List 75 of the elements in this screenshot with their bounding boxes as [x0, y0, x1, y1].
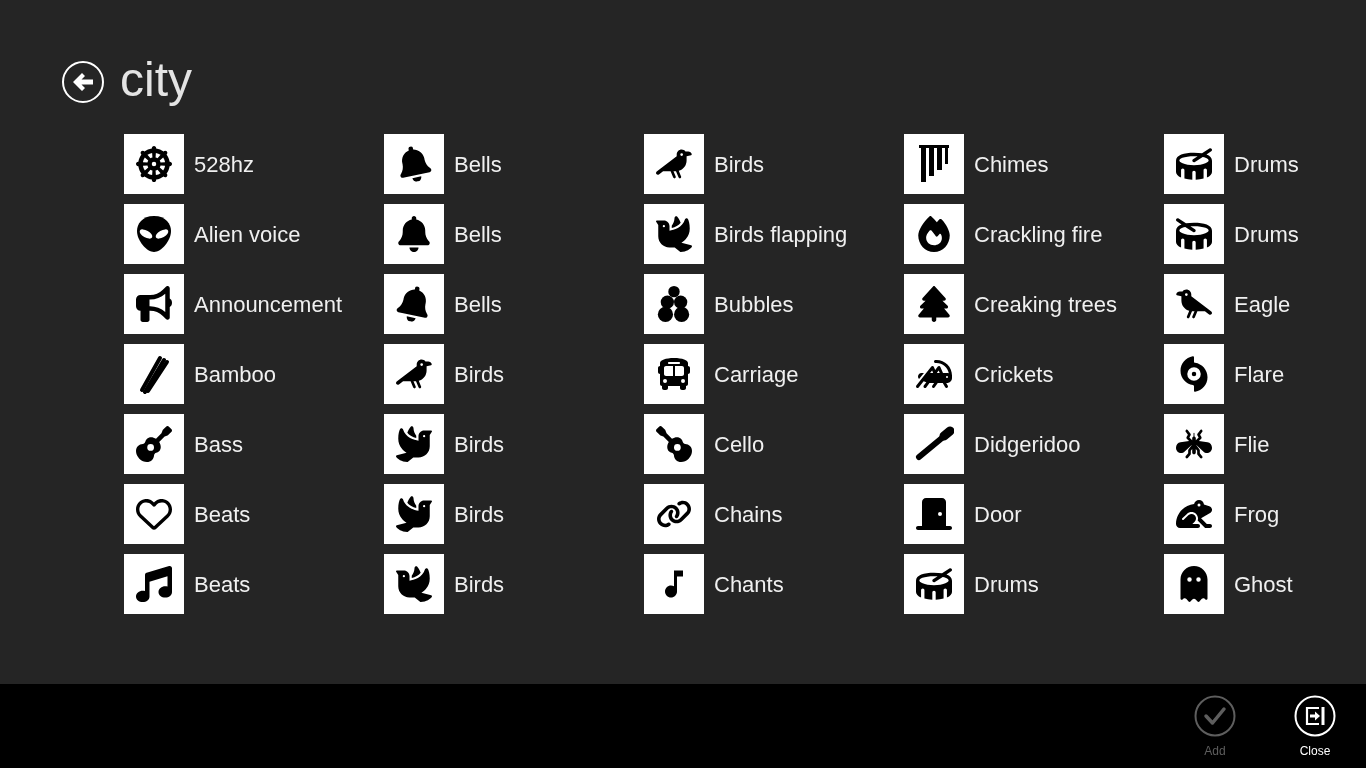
sound-item[interactable]: Bamboo	[124, 344, 276, 404]
sound-item[interactable]: Frog	[1164, 484, 1280, 544]
exit-icon	[1294, 695, 1336, 737]
drum-icon	[904, 554, 964, 614]
alien-head-icon	[124, 204, 184, 264]
flame-icon	[904, 204, 964, 264]
sound-item[interactable]: Flie	[1164, 414, 1270, 474]
sound-item[interactable]: Bells	[384, 274, 502, 334]
sound-item[interactable]: Birds	[384, 484, 505, 544]
bird-icon	[384, 554, 444, 614]
bell-icon	[384, 274, 444, 334]
sound-item[interactable]: Birds	[644, 134, 765, 194]
ghost-icon	[1164, 554, 1224, 614]
sound-item[interactable]: Birds	[384, 414, 505, 474]
guitar-icon	[124, 414, 184, 474]
megaphone-icon	[124, 274, 184, 334]
sound-item[interactable]: Chants	[644, 554, 784, 614]
arrow-left-icon	[73, 73, 93, 91]
bird-icon	[1164, 274, 1224, 334]
close-button[interactable]: Close	[1265, 684, 1365, 760]
sound-item[interactable]: Cello	[644, 414, 765, 474]
sound-item[interactable]: Bass	[124, 414, 243, 474]
sticks-icon	[124, 344, 184, 404]
bubbles-icon	[644, 274, 704, 334]
sound-item[interactable]: Didgeridoo	[904, 414, 1081, 474]
sound-item[interactable]: Ghost	[1164, 554, 1293, 614]
bird-icon	[644, 134, 704, 194]
sound-item[interactable]: Announcement	[124, 274, 342, 334]
guitar-icon	[644, 414, 704, 474]
insect-icon	[1164, 414, 1224, 474]
music-note-icon	[644, 554, 704, 614]
sound-item[interactable]: Alien voice	[124, 204, 301, 264]
frog-icon	[1164, 484, 1224, 544]
sound-item[interactable]: 528hz	[124, 134, 254, 194]
spiral-icon	[1164, 344, 1224, 404]
sound-item[interactable]: Crickets	[904, 344, 1054, 404]
sound-item[interactable]: Bubbles	[644, 274, 794, 334]
sound-item[interactable]: Crackling fire	[904, 204, 1103, 264]
sound-item[interactable]: Creaking trees	[904, 274, 1118, 334]
music-notes-icon	[124, 554, 184, 614]
back-button[interactable]	[62, 61, 104, 103]
sound-item[interactable]: Bells	[384, 134, 502, 194]
page-title: city	[120, 54, 192, 106]
wheel-icon	[124, 134, 184, 194]
sound-item[interactable]: Birds	[384, 344, 505, 404]
chain-icon	[644, 484, 704, 544]
bell-icon	[384, 204, 444, 264]
bird-icon	[384, 414, 444, 474]
grasshopper-icon	[904, 344, 964, 404]
sound-item[interactable]: Carriage	[644, 344, 799, 404]
bus-icon	[644, 344, 704, 404]
bell-icon	[384, 134, 444, 194]
sound-item[interactable]: Birds	[384, 554, 505, 614]
sound-item[interactable]: Beats	[124, 484, 251, 544]
chimes-icon	[904, 134, 964, 194]
door-icon	[904, 484, 964, 544]
drum-icon	[1164, 204, 1224, 264]
drum-icon	[1164, 134, 1224, 194]
sound-item[interactable]: Birds flapping	[644, 204, 848, 264]
sound-item[interactable]: Chimes	[904, 134, 1049, 194]
check-icon	[1194, 695, 1236, 737]
bird-icon	[384, 484, 444, 544]
sound-item[interactable]: Chains	[644, 484, 783, 544]
sound-item[interactable]: Drums	[1164, 204, 1299, 264]
sound-item[interactable]: Flare	[1164, 344, 1285, 404]
sound-item[interactable]: Drums	[1164, 134, 1299, 194]
bird-icon	[644, 204, 704, 264]
bird-icon	[384, 344, 444, 404]
sound-item[interactable]: Door	[904, 484, 1022, 544]
sound-item[interactable]: Eagle	[1164, 274, 1291, 334]
tree-icon	[904, 274, 964, 334]
sound-item[interactable]: Drums	[904, 554, 1039, 614]
tube-icon	[904, 414, 964, 474]
sound-item[interactable]: Beats	[124, 554, 251, 614]
sound-item[interactable]: Bells	[384, 204, 502, 264]
